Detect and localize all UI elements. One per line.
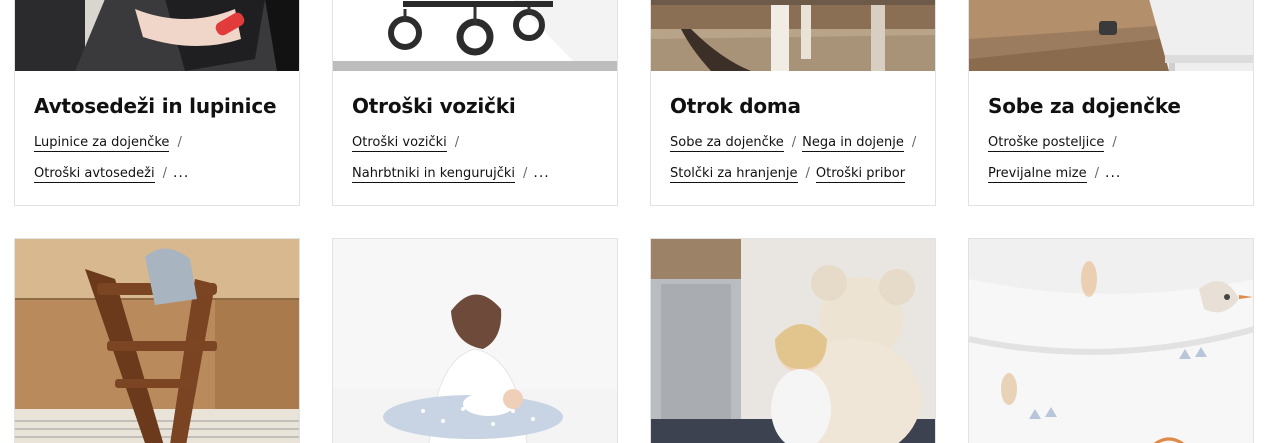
subcategory-link[interactable]: Otroški pribor xyxy=(815,166,906,183)
separator: / xyxy=(162,166,167,181)
category-card-car-seats[interactable]: Avtosedeži in lupinice Lupinice za dojen… xyxy=(14,0,300,206)
category-title[interactable]: Sobe za dojenčke xyxy=(988,93,1243,119)
stroller-photo[interactable] xyxy=(333,0,617,71)
wooden-high-chair-photo[interactable] xyxy=(15,239,299,443)
car-seat-photo[interactable] xyxy=(15,0,299,71)
separator: / xyxy=(805,166,810,181)
product-card-baby-bedding[interactable] xyxy=(968,238,1254,443)
category-title[interactable]: Otroški vozički xyxy=(352,93,607,119)
separator: / xyxy=(523,166,528,181)
category-card-child-at-home[interactable]: Otrok doma Sobe za dojenčke / Nega in doje… xyxy=(650,0,936,206)
nursing-pillow-photo[interactable] xyxy=(333,239,617,443)
subcategory-link[interactable]: Otroški vozički xyxy=(352,135,447,152)
product-card-high-chair[interactable] xyxy=(14,238,300,443)
baby-bedding-pattern-photo[interactable] xyxy=(969,239,1253,443)
product-card-teddy-bear[interactable] xyxy=(650,238,936,443)
product-card-nursing-pillow[interactable] xyxy=(332,238,618,443)
subcategory-link[interactable]: Otroški avtosedeži xyxy=(34,166,155,183)
subcategory-link[interactable]: Nahrbtniki in kengurujčki xyxy=(352,166,516,183)
subcategory-link[interactable]: Stolčki za hranjenje xyxy=(670,166,798,183)
more-link[interactable]: ... xyxy=(533,165,549,181)
more-link[interactable]: ... xyxy=(173,165,189,181)
subcategory-link[interactable]: Sobe za dojenčke xyxy=(670,135,784,152)
more-link[interactable]: ... xyxy=(1105,165,1121,181)
category-title[interactable]: Otrok doma xyxy=(670,93,925,119)
dining-chair-photo[interactable] xyxy=(651,0,935,71)
separator: / xyxy=(177,135,182,150)
subcategory-link[interactable]: Lupinice za dojenčke xyxy=(34,135,170,152)
girl-with-teddy-bear-photo[interactable] xyxy=(651,239,935,443)
separator: / xyxy=(1112,135,1117,150)
category-title[interactable]: Avtosedeži in lupinice xyxy=(34,93,289,119)
separator: / xyxy=(911,135,917,150)
separator: / xyxy=(454,135,460,150)
subcategory-link[interactable]: Otroške posteljice xyxy=(988,135,1105,152)
crib-room-photo[interactable] xyxy=(969,0,1253,71)
subcategory-link[interactable]: Nega in dojenje xyxy=(802,135,904,152)
category-card-nursery[interactable]: Sobe za dojenčke Otroške posteljice / Pre… xyxy=(968,0,1254,206)
separator: / xyxy=(1094,166,1100,181)
subcategory-link[interactable]: Previjalne mize xyxy=(988,166,1087,183)
category-card-strollers[interactable]: Otroški vozički Otroški vozički / Nahrbtn… xyxy=(332,0,618,206)
separator: / xyxy=(791,135,797,150)
